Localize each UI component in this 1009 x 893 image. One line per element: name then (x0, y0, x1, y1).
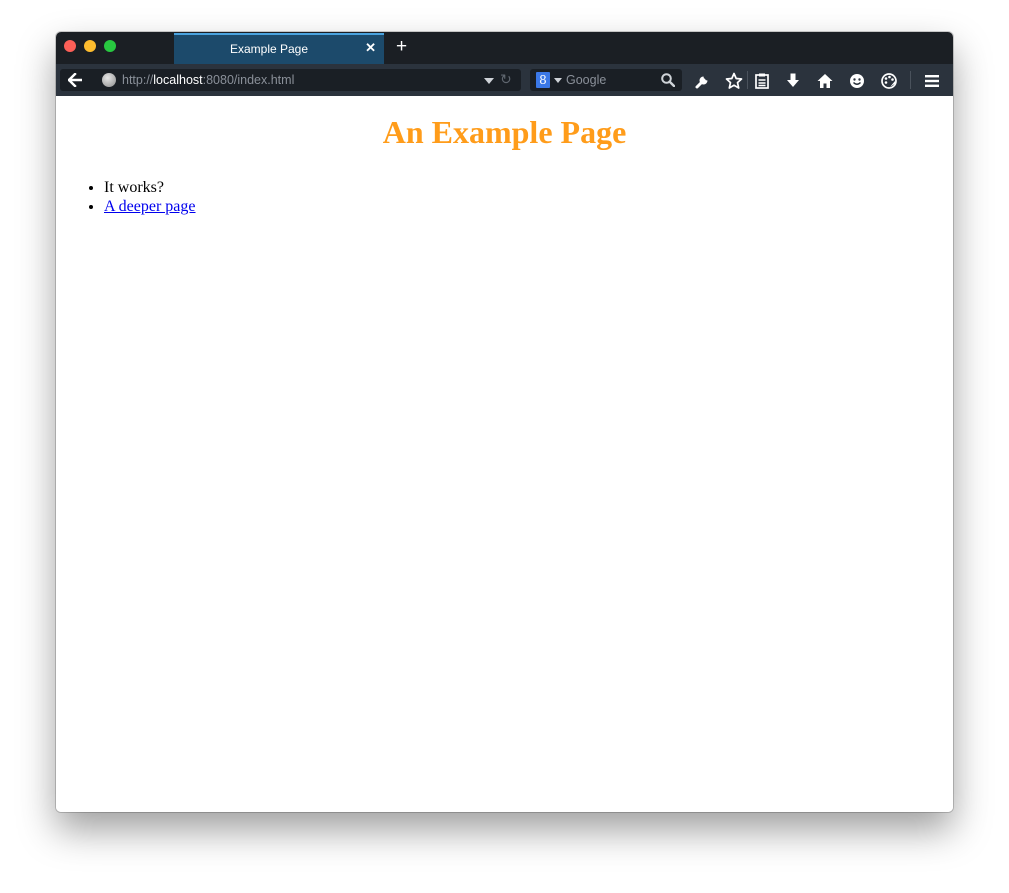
minimize-window-button[interactable] (84, 40, 96, 52)
palette-icon[interactable] (880, 72, 898, 90)
page-list: It works? A deeper page (104, 178, 196, 216)
toolbar-separator (910, 71, 911, 89)
title-bar: Example Page ✕ + (56, 32, 953, 64)
url-history-dropdown-icon[interactable] (484, 78, 494, 84)
toolbar-separator (747, 71, 748, 89)
url-bar[interactable]: http://localhost:8080/index.html ↻ (90, 69, 521, 91)
search-icon[interactable] (661, 73, 675, 87)
back-button[interactable] (60, 69, 90, 91)
new-tab-button[interactable]: + (396, 37, 407, 57)
hamburger-menu-icon[interactable] (923, 72, 941, 90)
tab-title: Example Page (229, 42, 309, 56)
reading-list-icon[interactable] (753, 72, 771, 90)
page-content: An Example Page It works? A deeper page (56, 96, 953, 812)
page-title: An Example Page (382, 114, 627, 150)
search-bar[interactable]: 8 Google (530, 69, 682, 91)
deeper-page-link[interactable]: A deeper page (104, 198, 196, 215)
browser-window: Example Page ✕ + http://localhost:8080/i… (56, 32, 953, 812)
google-engine-icon[interactable]: 8 (536, 72, 550, 88)
smiley-icon[interactable] (848, 72, 866, 90)
wrench-icon[interactable] (694, 72, 712, 90)
back-arrow-icon (68, 73, 82, 87)
list-item: It works? (104, 178, 196, 197)
close-tab-icon[interactable]: ✕ (365, 40, 376, 56)
maximize-window-button[interactable] (104, 40, 116, 52)
reload-icon[interactable]: ↻ (500, 71, 512, 88)
close-window-button[interactable] (64, 40, 76, 52)
url-text[interactable]: http://localhost:8080/index.html (122, 73, 294, 87)
search-input[interactable]: Google (566, 73, 606, 87)
download-icon[interactable] (784, 72, 802, 90)
engine-dropdown-icon[interactable] (554, 78, 562, 83)
nav-toolbar: http://localhost:8080/index.html ↻ 8 Goo… (56, 64, 953, 96)
home-icon[interactable] (816, 72, 834, 90)
list-item: A deeper page (104, 197, 196, 216)
globe-icon (102, 73, 116, 87)
star-icon[interactable] (725, 72, 743, 90)
tab-example-page[interactable]: Example Page ✕ (174, 33, 384, 64)
